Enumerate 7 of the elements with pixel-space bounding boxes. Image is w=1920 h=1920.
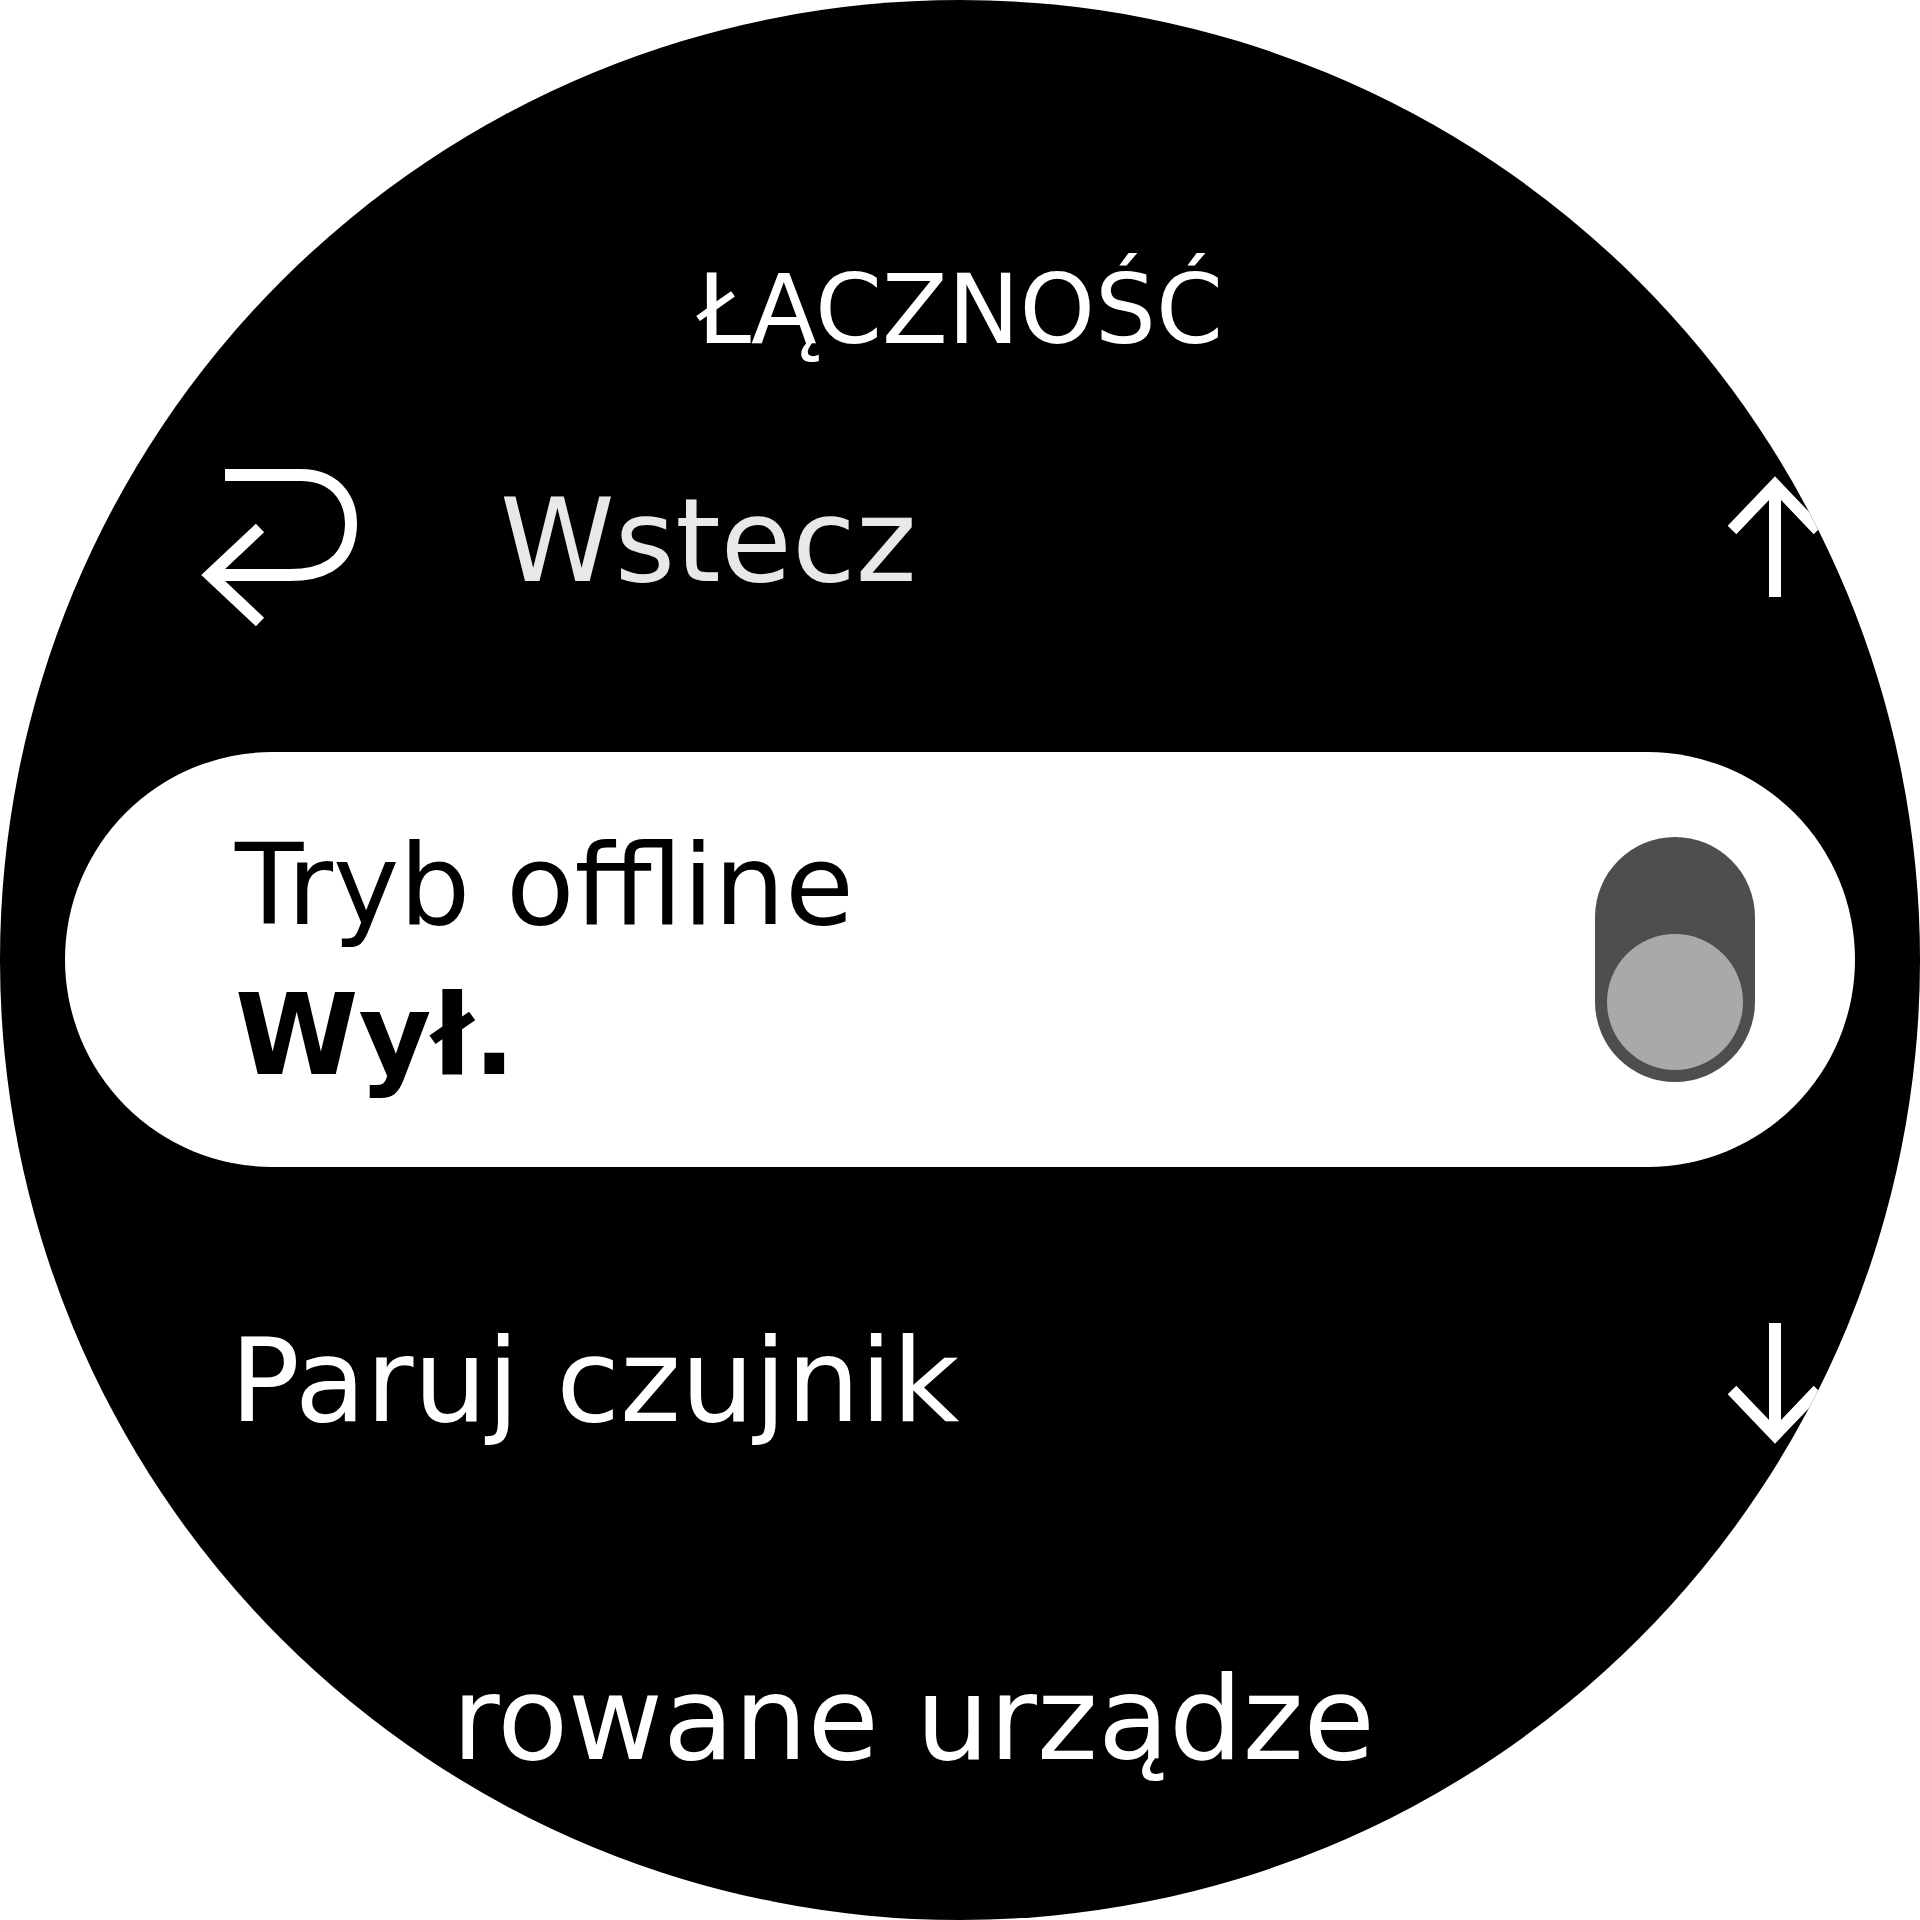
setting-value: Wył.: [235, 968, 517, 1102]
setting-label: Tryb offline: [235, 818, 855, 952]
screen-title: ŁĄCZNOŚĆ: [696, 252, 1224, 368]
menu-item[interactable]: Paruj czujnik: [230, 1312, 1720, 1448]
menu-item[interactable]: rowane urządze: [452, 1650, 1920, 1786]
menu-item[interactable]: Tryb offline Wył.: [65, 752, 1855, 1167]
back-label[interactable]: Wstecz: [500, 472, 1720, 608]
